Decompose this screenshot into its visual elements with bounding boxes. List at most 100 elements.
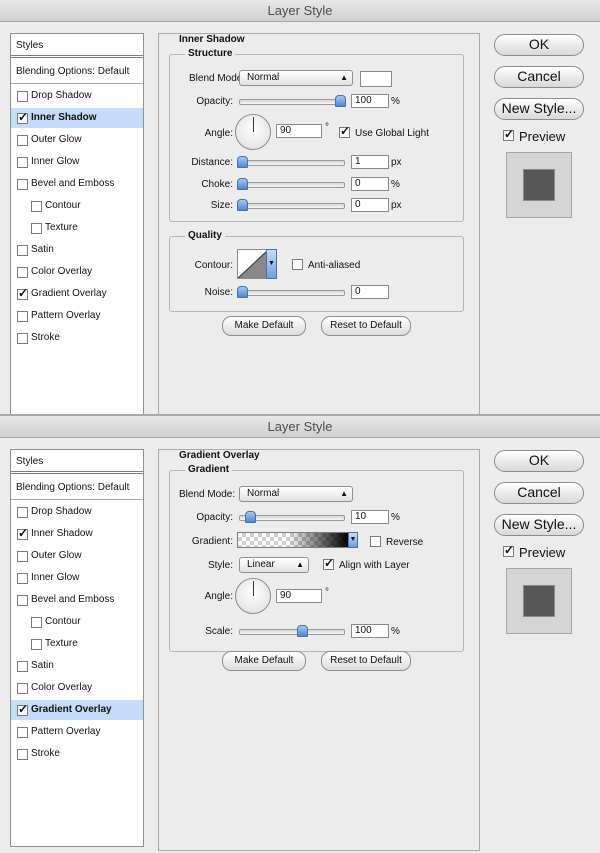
blending-options-item[interactable]: Blending Options: Default: [11, 60, 143, 84]
scale-slider-track[interactable]: [239, 629, 345, 635]
effect-item-bevel-and-emboss[interactable]: Bevel and Emboss: [11, 590, 143, 610]
distance-slider-handle[interactable]: [237, 156, 248, 168]
ok-button[interactable]: OK: [494, 34, 584, 56]
effect-item-pattern-overlay[interactable]: Pattern Overlay: [11, 306, 143, 326]
opacity-field[interactable]: 100: [351, 94, 389, 108]
preview-checkbox[interactable]: ✓: [503, 127, 514, 141]
effect-checkbox[interactable]: [17, 507, 28, 518]
noise-slider-track[interactable]: [239, 290, 345, 296]
effect-checkbox[interactable]: ✓: [17, 286, 28, 300]
effect-checkbox[interactable]: [17, 333, 28, 344]
effect-checkbox[interactable]: ✓: [17, 526, 28, 540]
effect-item-stroke[interactable]: Stroke: [11, 328, 143, 348]
effect-item-outer-glow[interactable]: Outer Glow: [11, 546, 143, 566]
make-default-button[interactable]: Make Default: [222, 651, 306, 671]
distance-slider-track[interactable]: [239, 160, 345, 166]
size-slider-handle[interactable]: [237, 199, 248, 211]
effect-checkbox[interactable]: [17, 267, 28, 278]
blending-options-item[interactable]: Blending Options: Default: [11, 476, 143, 500]
effect-checkbox[interactable]: [17, 661, 28, 672]
preview-checkbox[interactable]: ✓: [503, 543, 514, 557]
cancel-button[interactable]: Cancel: [494, 66, 584, 88]
angle-dial[interactable]: [235, 114, 271, 150]
effect-checkbox[interactable]: [17, 157, 28, 168]
effect-item-inner-glow[interactable]: Inner Glow: [11, 568, 143, 588]
effect-checkbox[interactable]: [31, 223, 42, 234]
effect-item-contour[interactable]: Contour: [11, 196, 143, 216]
reverse-checkbox[interactable]: [370, 536, 381, 547]
effect-item-gradient-overlay[interactable]: ✓ Gradient Overlay: [11, 284, 143, 304]
effect-item-inner-shadow[interactable]: ✓ Inner Shadow: [11, 524, 143, 544]
choke-slider-handle[interactable]: [237, 178, 248, 190]
effect-item-texture[interactable]: Texture: [11, 218, 143, 238]
effect-checkbox[interactable]: [17, 683, 28, 694]
blend-mode-select[interactable]: Normal ▲: [239, 70, 353, 86]
gradient-preview-bar[interactable]: [237, 532, 349, 548]
shadow-color-swatch[interactable]: [360, 71, 392, 87]
effect-checkbox[interactable]: [17, 595, 28, 606]
new-style-button[interactable]: New Style...: [494, 514, 584, 536]
effect-checkbox[interactable]: [17, 179, 28, 190]
opacity-slider-handle[interactable]: [245, 511, 256, 523]
effect-checkbox[interactable]: [31, 201, 42, 212]
noise-field[interactable]: 0: [351, 285, 389, 299]
anti-aliased-checkbox[interactable]: [292, 259, 303, 270]
effect-item-outer-glow[interactable]: Outer Glow: [11, 130, 143, 150]
effect-checkbox[interactable]: [17, 135, 28, 146]
cancel-button[interactable]: Cancel: [494, 482, 584, 504]
effect-checkbox[interactable]: [17, 91, 28, 102]
make-default-button[interactable]: Make Default: [222, 316, 306, 336]
distance-field[interactable]: 1: [351, 155, 389, 169]
choke-field[interactable]: 0: [351, 177, 389, 191]
effect-checkbox[interactable]: [17, 311, 28, 322]
noise-slider-handle[interactable]: [237, 286, 248, 298]
effect-item-texture[interactable]: Texture: [11, 634, 143, 654]
effect-checkbox[interactable]: [17, 573, 28, 584]
angle-dial[interactable]: [235, 578, 271, 614]
blend-mode-select[interactable]: Normal ▲: [239, 486, 353, 502]
effect-checkbox[interactable]: [17, 727, 28, 738]
ok-button[interactable]: OK: [494, 450, 584, 472]
effect-item-stroke[interactable]: Stroke: [11, 744, 143, 764]
opacity-slider-track[interactable]: [239, 99, 345, 105]
size-field[interactable]: 0: [351, 198, 389, 212]
size-slider-track[interactable]: [239, 203, 345, 209]
effect-item-inner-glow[interactable]: Inner Glow: [11, 152, 143, 172]
angle-field[interactable]: 90: [276, 124, 322, 138]
gradient-picker-button[interactable]: ▼: [348, 532, 358, 548]
contour-picker-button[interactable]: ▼: [266, 249, 277, 279]
effect-item-pattern-overlay[interactable]: Pattern Overlay: [11, 722, 143, 742]
use-global-light-checkbox[interactable]: ✓: [339, 124, 350, 138]
effect-checkbox[interactable]: [17, 245, 28, 256]
new-style-button[interactable]: New Style...: [494, 98, 584, 120]
effect-checkbox[interactable]: [17, 749, 28, 760]
effect-checkbox[interactable]: ✓: [17, 702, 28, 716]
styles-header[interactable]: Styles: [11, 450, 143, 474]
effect-checkbox[interactable]: ✓: [17, 110, 28, 124]
effect-item-color-overlay[interactable]: Color Overlay: [11, 678, 143, 698]
angle-field[interactable]: 90: [276, 589, 322, 603]
scale-field[interactable]: 100: [351, 624, 389, 638]
effect-item-satin[interactable]: Satin: [11, 656, 143, 676]
opacity-field[interactable]: 10: [351, 510, 389, 524]
effect-item-satin[interactable]: Satin: [11, 240, 143, 260]
reset-to-default-button[interactable]: Reset to Default: [321, 651, 411, 671]
scale-slider-handle[interactable]: [297, 625, 308, 637]
effect-item-bevel-and-emboss[interactable]: Bevel and Emboss: [11, 174, 143, 194]
opacity-slider-handle[interactable]: [335, 95, 346, 107]
effect-item-color-overlay[interactable]: Color Overlay: [11, 262, 143, 282]
effect-item-inner-shadow[interactable]: ✓ Inner Shadow: [11, 108, 143, 128]
effect-item-drop-shadow[interactable]: Drop Shadow: [11, 502, 143, 522]
choke-slider-track[interactable]: [239, 182, 345, 188]
align-with-layer-checkbox[interactable]: ✓: [323, 556, 334, 570]
contour-preview[interactable]: [237, 249, 269, 279]
style-select[interactable]: Linear ▲: [239, 557, 309, 573]
effect-item-contour[interactable]: Contour: [11, 612, 143, 632]
effect-checkbox[interactable]: [31, 639, 42, 650]
reset-to-default-button[interactable]: Reset to Default: [321, 316, 411, 336]
effect-checkbox[interactable]: [17, 551, 28, 562]
effect-item-drop-shadow[interactable]: Drop Shadow: [11, 86, 143, 106]
styles-header[interactable]: Styles: [11, 34, 143, 58]
effect-item-gradient-overlay[interactable]: ✓ Gradient Overlay: [11, 700, 143, 720]
effect-checkbox[interactable]: [31, 617, 42, 628]
